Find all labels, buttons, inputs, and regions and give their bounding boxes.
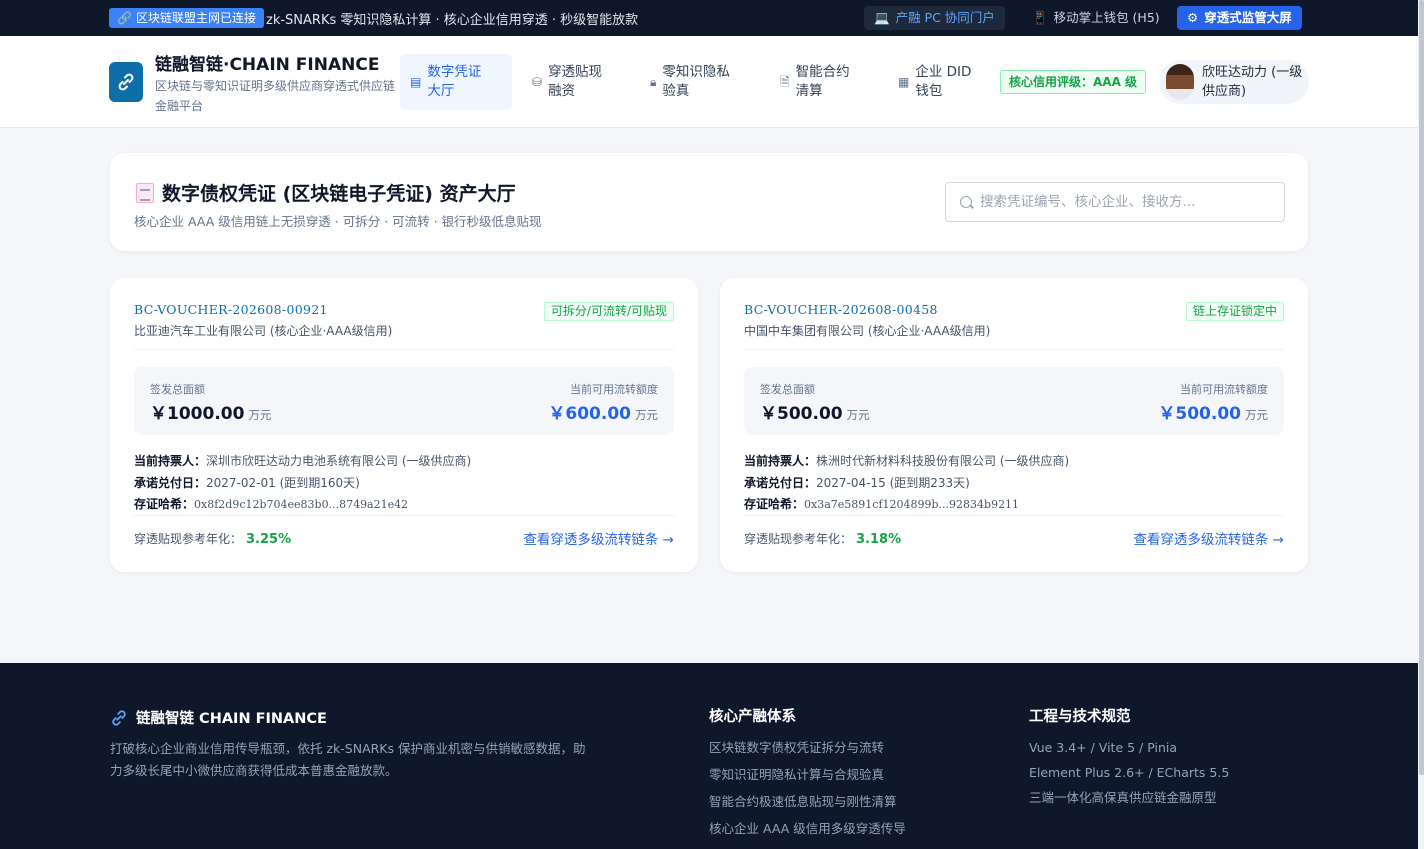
credit-rating-badge: 核心信用评级：AAA 级 [1000,70,1147,94]
available-label: 当前可用流转额度 [570,383,658,396]
link-icon: 🔗 [117,11,132,25]
footer-brand-label: 链融智链 CHAIN FINANCE [136,711,327,727]
lock-icon: 🔒︎ [650,74,657,89]
phone-icon: 📱 [1032,10,1048,25]
due-date-row: 承诺兑付日：2027-04-15 (距到期233天) [744,476,970,490]
divider [134,515,674,516]
nav-label: 企业 DID 钱包 [915,64,972,99]
page-title-text: 数字债权凭证 (区块链电子凭证) 资产大厅 [162,183,516,205]
footer-link[interactable]: 区块链数字债权凭证拆分与流转 [709,739,906,757]
site-footer: 链融智链 CHAIN FINANCE 打破核心企业商业信用传导瓶颈，依托 zk-… [0,663,1418,849]
voucher-code: BC-VOUCHER-202608-00458 [744,302,938,317]
mobile-wallet-label: 移动掌上钱包 (H5) [1053,10,1160,25]
user-profile[interactable]: 欣旺达动力 (一级供应商) [1159,60,1309,104]
nav-voucher-hall[interactable]: ▤ 数字凭证大厅 [400,54,512,110]
nav-discount-financing[interactable]: ⛁ 穿透贴现融资 [522,54,634,110]
footer-text: Element Plus 2.6+ / ECharts 5.5 [1029,765,1230,780]
holder-row: 当前持票人：深圳市欣旺达动力电池系统有限公司 (一级供应商) [134,454,472,468]
footer-column-tech: 工程与技术规范 Vue 3.4+ / Vite 5 / Pinia Elemen… [1029,705,1229,814]
voucher-hall-header: 数字债权凭证 (区块链电子凭证) 资产大厅 核心企业 AAA 级信用链上无损穿透… [110,153,1308,251]
chain-link-icon [112,709,126,726]
brand-subtitle: 区块链与零知识证明多级供应商穿透式供应链金融平台 [155,79,396,113]
view-chain-link[interactable]: 查看穿透多级流转链条 → [523,528,674,548]
footer-column-title: 工程与技术规范 [1029,709,1131,725]
available-value: ￥600.00 万元 [548,404,658,424]
nav-label: 零知识隐私验真 [662,64,730,99]
user-name: 欣旺达动力 (一级供应商) [1202,65,1303,99]
monitor-icon: 💻 [874,10,890,25]
discount-rate: 穿透贴现参考年化： 3.25% [134,532,292,547]
brand-title: 链融智链·CHAIN FINANCE [155,55,380,75]
due-date-row: 承诺兑付日：2027-02-01 (距到期160天) [134,476,360,490]
hash-row: 存证哈希：0x8f2d9c12b704ee83b0...8749a21e42 [134,497,409,511]
page-title: 数字债权凭证 (区块链电子凭证) 资产大厅 [136,179,516,206]
network-connected-label: 区块链联盟主网已连接 [135,11,256,25]
divider [134,349,674,350]
feature-ticker: zk-SNARKs 零知识隐私计算 · 核心企业信用穿透 · 秒级智能放款 [266,13,639,28]
coins-icon: ⛁ [532,74,543,89]
nav-smart-contract[interactable]: 🗎︎ 智能合约清算 [770,54,882,110]
issued-total-label: 签发总面额 [760,383,815,396]
page-subtitle: 核心企业 AAA 级信用链上无损穿透 · 可拆分 · 可流转 · 银行秒级低息贴… [134,214,542,229]
issued-total-value: ￥500.00 万元 [760,404,870,424]
contract-icon: 🗎︎ [780,74,790,89]
footer-brand: 链融智链 CHAIN FINANCE [110,707,327,728]
voucher-issuer: 中国中车集团有限公司 (核心企业·AAA级信用) [744,324,991,338]
holder-row: 当前持票人：株洲时代新材料科技股份有限公司 (一级供应商) [744,454,1070,468]
footer-text: Vue 3.4+ / Vite 5 / Pinia [1029,740,1178,755]
hash-row: 存证哈希：0x3a7e5891cf1204899b...92834b9211 [744,497,1020,511]
issued-total-label: 签发总面额 [150,383,205,396]
footer-description: 打破核心企业商业信用传导瓶颈，依托 zk-SNARKs 保护商业机密与供销敏感数… [110,741,586,778]
search-box [945,182,1285,222]
supervision-screen-button[interactable]: ⚙ 穿透式监管大屏 [1177,6,1302,30]
footer-column-products: 核心产融体系 区块链数字债权凭证拆分与流转 零知识证明隐私计算与合规验真 智能合… [709,705,906,847]
main-header: 链融智链·CHAIN FINANCE 区块链与零知识证明多级供应商穿透式供应链金… [0,36,1418,128]
chain-link-icon [118,73,134,91]
footer-link[interactable]: 智能合约极速低息贴现与刚性清算 [709,793,906,811]
footer-link[interactable]: 核心企业 AAA 级信用多级穿透传导 [709,820,906,838]
nav-label: 智能合约清算 [795,64,850,99]
divider [744,515,1284,516]
search-input[interactable] [980,194,1270,210]
network-connected-badge: 🔗 区块链联盟主网已连接 [109,8,264,28]
search-icon [960,196,972,208]
status-badge: 可拆分/可流转/可贴现 [543,302,674,321]
brand-logo[interactable] [109,62,143,102]
issued-total-value: ￥1000.00 万元 [150,404,272,424]
discount-rate: 穿透贴现参考年化： 3.18% [744,532,902,547]
voucher-card[interactable]: BC-VOUCHER-202608-00921 比亚迪汽车工业有限公司 (核心企… [110,278,698,572]
scrollbar-thumb[interactable] [1419,0,1424,775]
voucher-card[interactable]: BC-VOUCHER-202608-00458 中国中车集团有限公司 (核心企业… [720,278,1308,572]
gear-icon: ⚙ [1187,10,1199,25]
divider [744,349,1284,350]
amount-panel: 签发总面额 当前可用流转额度 ￥500.00 万元 ￥500.00 万元 [744,367,1284,435]
ledger-icon [136,182,154,203]
document-icon: ▤ [410,74,422,89]
avatar [1166,64,1194,100]
amount-panel: 签发总面额 当前可用流转额度 ￥1000.00 万元 ￥600.00 万元 [134,367,674,435]
nav-did-wallet[interactable]: ▦ 企业 DID 钱包 [888,54,992,110]
footer-link[interactable]: 零知识证明隐私计算与合规验真 [709,766,906,784]
nav-label: 穿透贴现融资 [548,64,603,99]
pc-portal-link[interactable]: 💻 产融 PC 协同门户 [864,6,1005,30]
status-badge: 链上存证锁定中 [1185,302,1284,321]
nav-label: 数字凭证大厅 [427,64,482,99]
pc-portal-label: 产融 PC 协同门户 [895,10,995,25]
available-value: ￥500.00 万元 [1158,404,1268,424]
mobile-wallet-link[interactable]: 📱 移动掌上钱包 (H5) [1022,6,1170,30]
page-scrollbar[interactable] [1418,0,1424,849]
nav-zk-verification[interactable]: 🔒︎ 零知识隐私验真 [640,54,764,110]
view-chain-link[interactable]: 查看穿透多级流转链条 → [1133,528,1284,548]
footer-text: 三端一体化高保真供应链金融原型 [1029,790,1217,805]
supervision-screen-label: 穿透式监管大屏 [1204,10,1292,25]
footer-column-title: 核心产融体系 [709,709,796,725]
top-status-bar: 🔗 区块链联盟主网已连接 zk-SNARKs 零知识隐私计算 · 核心企业信用穿… [0,0,1418,36]
voucher-issuer: 比亚迪汽车工业有限公司 (核心企业·AAA级信用) [134,324,393,338]
voucher-code: BC-VOUCHER-202608-00921 [134,302,328,317]
building-icon: ▦ [898,74,910,89]
available-label: 当前可用流转额度 [1180,383,1268,396]
